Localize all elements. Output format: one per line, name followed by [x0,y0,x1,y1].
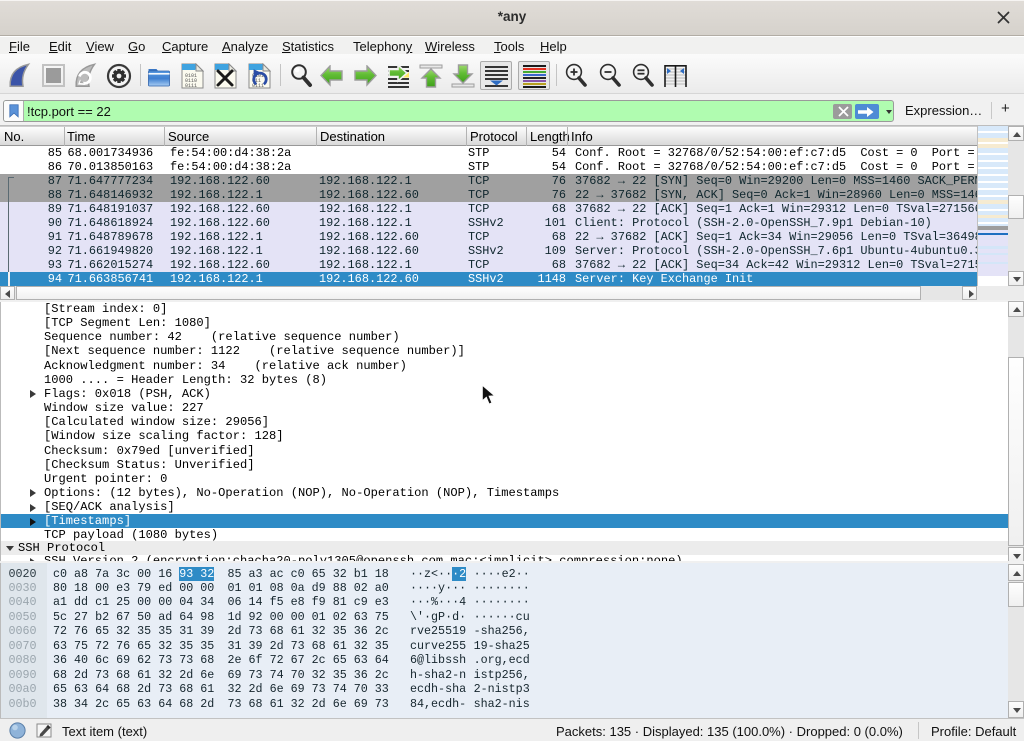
svg-text:0111: 0111 [252,83,264,89]
svg-text:0111: 0111 [185,83,197,89]
